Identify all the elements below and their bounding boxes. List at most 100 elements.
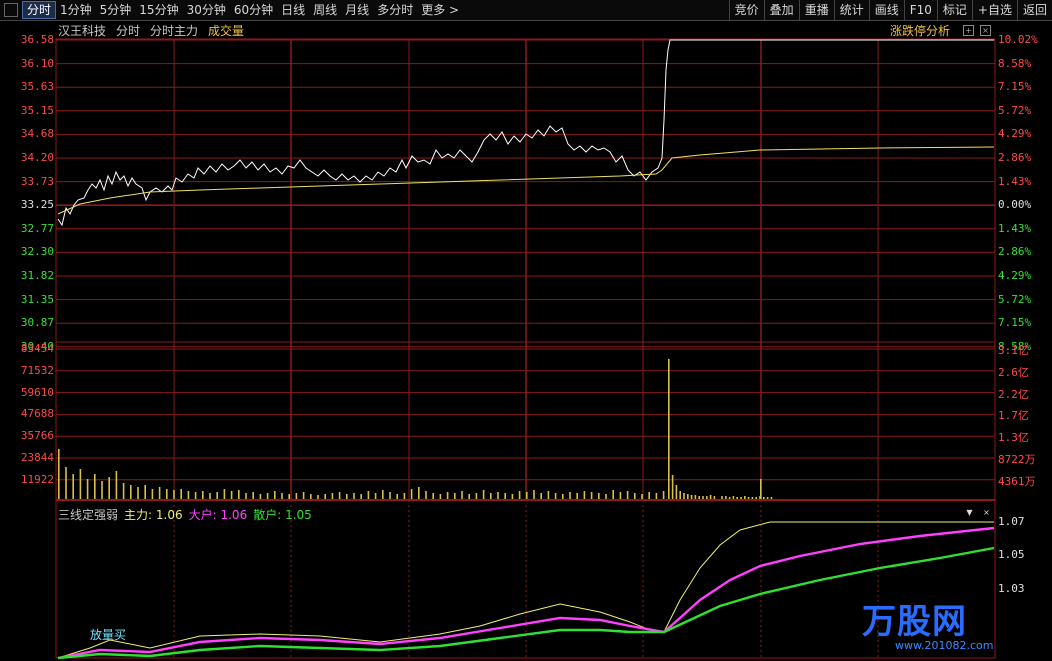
price-tick-label: 32.77 xyxy=(20,221,54,235)
volume-bar xyxy=(338,492,341,499)
percent-tick-label: 4.29% xyxy=(998,269,1032,282)
volume-bar xyxy=(324,494,326,499)
mode-label: 分时 xyxy=(116,24,141,38)
amount-tick-label: 1.7亿 xyxy=(998,409,1029,423)
volume-bar xyxy=(468,494,470,499)
volume-bar xyxy=(702,496,704,499)
price-tick-label: 35.63 xyxy=(20,80,54,94)
close-icon[interactable]: × xyxy=(980,25,991,36)
volume-bar xyxy=(65,467,67,499)
volume-bar xyxy=(346,494,348,499)
main-force-value: 主力: 1.06 xyxy=(124,508,183,522)
percent-tick-label: 2.86% xyxy=(998,151,1032,164)
volume-bar xyxy=(187,491,190,499)
price-tick-label: 36.58 xyxy=(20,33,54,46)
percent-tick-label: 5.72% xyxy=(998,103,1032,117)
watermark-url: www.201082.com xyxy=(895,639,994,652)
amount-tick-label: 2.6亿 xyxy=(998,365,1029,379)
percent-tick-label: 5.72% xyxy=(998,292,1032,306)
amount-tick-label: 3.1亿 xyxy=(998,344,1029,357)
main-force-label: 分时主力 xyxy=(150,24,199,38)
big-holder-line xyxy=(57,526,995,660)
volume-bar xyxy=(281,493,283,499)
volume-bar xyxy=(728,497,731,499)
volume-bar xyxy=(252,492,254,499)
volume-bar xyxy=(662,491,665,499)
volume-bar xyxy=(461,491,463,499)
volume-bar xyxy=(194,492,197,499)
volume-bar xyxy=(432,493,434,499)
dropdown-icon[interactable]: ▼ xyxy=(965,508,974,517)
close-indicator-icon[interactable]: × xyxy=(982,508,991,517)
volume-bar xyxy=(540,493,542,499)
volume-bar xyxy=(648,492,650,499)
volume-bar xyxy=(403,493,406,499)
volume-bar xyxy=(497,492,499,499)
indicator-tick-label: 1.03 xyxy=(998,582,1025,595)
volume-label: 成交量 xyxy=(208,24,245,38)
volume-bar xyxy=(151,489,154,499)
indicator-tick-label: 1.05 xyxy=(998,548,1025,561)
volume-bar xyxy=(721,496,723,499)
volume-bar xyxy=(439,494,442,499)
volume-bar xyxy=(759,496,761,499)
limit-analysis-button[interactable]: 涨跌停分析 xyxy=(890,22,950,39)
volume-bar xyxy=(410,489,413,499)
volume-bar xyxy=(144,485,146,499)
volume-bar xyxy=(526,492,528,499)
volume-bar xyxy=(736,497,738,499)
indicator-name: 三线定强弱 xyxy=(58,508,119,522)
stock-name: 汉王科技 xyxy=(58,24,107,38)
volume-bar xyxy=(475,493,478,499)
volume-tick-label: 47688 xyxy=(20,407,54,421)
volume-bar xyxy=(576,493,578,499)
percent-tick-label: 10.02% xyxy=(998,33,1038,46)
volume-bar xyxy=(79,469,82,499)
price-tick-label: 33.73 xyxy=(20,174,54,188)
volume-bar xyxy=(158,487,161,499)
volume-bar xyxy=(418,487,420,499)
volume-bar xyxy=(94,474,96,499)
volume-bar xyxy=(382,490,384,499)
volume-bar xyxy=(245,493,247,499)
price-tick-label: 31.82 xyxy=(20,269,54,282)
volume-bar xyxy=(446,492,449,499)
volume-bar xyxy=(396,494,398,499)
volume-tick-label: 11922 xyxy=(20,472,54,486)
volume-bar xyxy=(547,491,550,499)
chart-canvas xyxy=(55,38,996,660)
volume-bar xyxy=(209,493,211,499)
volume-bar xyxy=(72,474,74,499)
volume-bar xyxy=(619,492,622,499)
volume-bar xyxy=(698,496,700,499)
volume-bar xyxy=(482,490,485,499)
volume-bar xyxy=(751,497,754,499)
volume-bar xyxy=(706,496,708,499)
volume-tick-label: 23844 xyxy=(20,451,54,464)
volume-bar xyxy=(671,475,674,499)
volume-bar xyxy=(202,491,204,499)
amount-tick-label: 2.2亿 xyxy=(998,387,1029,401)
volume-bar xyxy=(108,477,110,499)
volume-bar xyxy=(755,497,757,499)
volume-bar xyxy=(634,493,636,499)
volume-bar xyxy=(675,485,678,499)
volume-tick-label: 83454 xyxy=(20,342,54,355)
volume-bar xyxy=(180,489,182,499)
percent-tick-label: 1.43% xyxy=(998,221,1032,235)
volume-tick-label: 71532 xyxy=(20,363,54,377)
amount-tick-label: 8722万 xyxy=(998,453,1036,466)
volume-bar xyxy=(216,492,218,499)
volume-bar xyxy=(115,471,118,499)
volume-bar xyxy=(367,491,370,499)
percent-tick-label: 7.15% xyxy=(998,316,1032,330)
volume-tick-label: 59610 xyxy=(20,385,54,399)
zoom-in-icon[interactable]: + xyxy=(963,25,974,36)
percent-tick-label: 2.86% xyxy=(998,245,1032,259)
volume-bar xyxy=(425,491,427,499)
volume-bar xyxy=(605,494,607,499)
indicator-tick-label: 1.07 xyxy=(998,515,1025,528)
price-tick-label: 30.87 xyxy=(20,316,54,330)
volume-bar xyxy=(317,495,319,499)
volume-bar xyxy=(766,497,769,499)
